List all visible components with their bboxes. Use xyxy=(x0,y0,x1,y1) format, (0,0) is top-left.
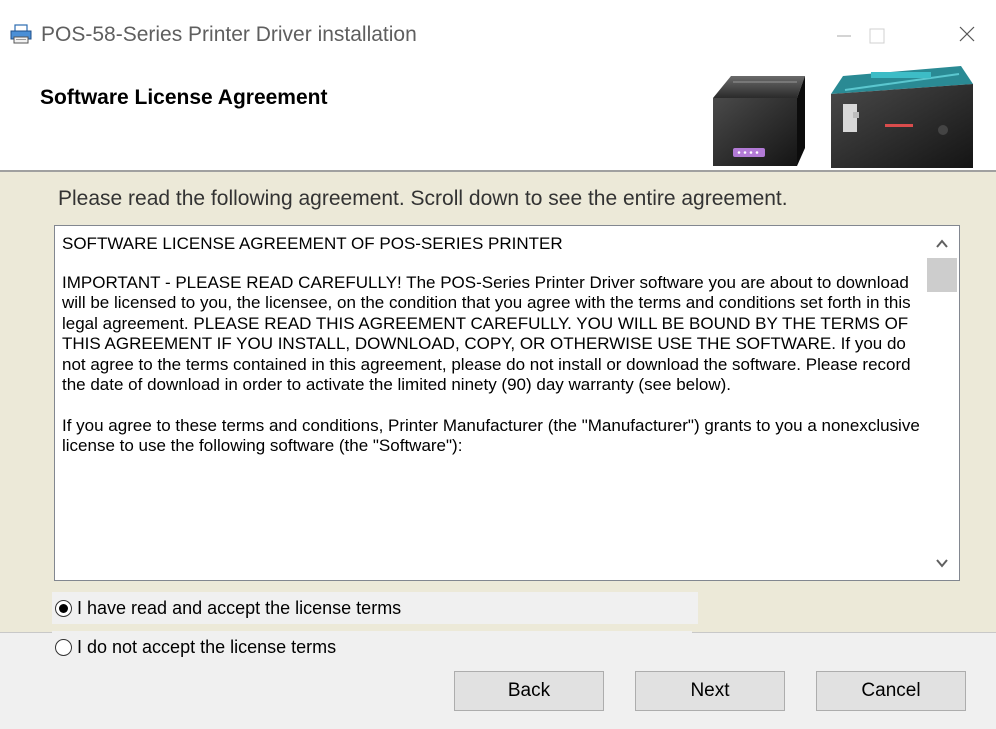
window-title: POS-58-Series Printer Driver installatio… xyxy=(41,23,417,46)
page-title: Software License Agreement xyxy=(40,86,328,109)
license-textbox[interactable]: SOFTWARE LICENSE AGREEMENT OF POS-SERIES… xyxy=(54,225,960,581)
close-icon[interactable] xyxy=(942,12,990,56)
installer-window: POS-58-Series Printer Driver installatio… xyxy=(0,0,996,729)
vertical-scrollbar[interactable] xyxy=(925,226,959,580)
wizard-header: Software License Agreement xyxy=(0,60,996,170)
scroll-up-icon[interactable] xyxy=(925,226,959,258)
title-bar[interactable]: POS-58-Series Printer Driver installatio… xyxy=(0,0,996,60)
decline-license-option[interactable]: I do not accept the license terms xyxy=(52,631,692,663)
next-button[interactable]: Next xyxy=(635,671,785,711)
instruction-text: Please read the following agreement. Scr… xyxy=(58,187,788,210)
accept-label: I have read and accept the license terms xyxy=(77,597,402,618)
decline-label: I do not accept the license terms xyxy=(77,636,337,657)
decline-radio[interactable] xyxy=(55,638,72,656)
cancel-button[interactable]: Cancel xyxy=(816,671,966,711)
maximize-icon[interactable] xyxy=(850,12,898,56)
printer-photo xyxy=(693,60,975,168)
scroll-down-icon[interactable] xyxy=(925,546,959,580)
license-paragraph: If you agree to these terms and conditio… xyxy=(62,415,920,456)
scroll-thumb[interactable] xyxy=(927,258,957,292)
license-heading: SOFTWARE LICENSE AGREEMENT OF POS-SERIES… xyxy=(62,234,563,253)
license-paragraph: IMPORTANT - PLEASE READ CAREFULLY! The P… xyxy=(62,272,911,395)
license-text: SOFTWARE LICENSE AGREEMENT OF POS-SERIES… xyxy=(62,234,924,477)
agreement-panel: Please read the following agreement. Scr… xyxy=(0,172,996,633)
printer-icon xyxy=(10,24,32,44)
accept-radio[interactable] xyxy=(55,599,72,617)
back-button[interactable]: Back xyxy=(454,671,604,711)
accept-license-option[interactable]: I have read and accept the license terms xyxy=(52,592,698,624)
